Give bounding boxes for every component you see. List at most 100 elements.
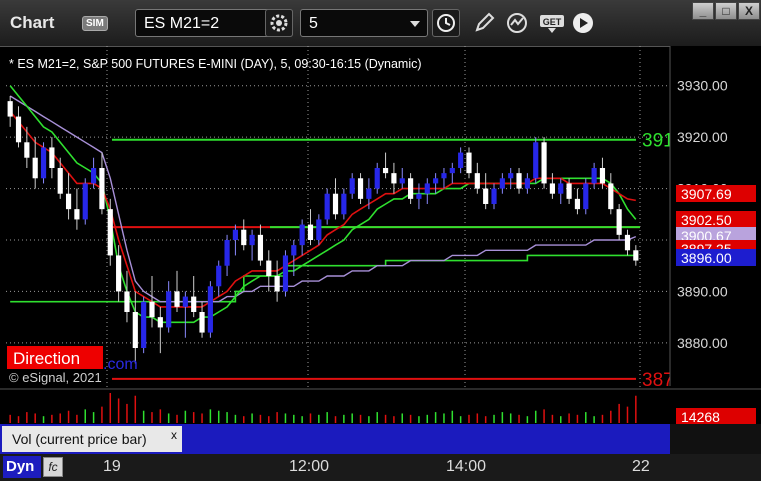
time-label-12-00: 12:00 — [289, 458, 330, 475]
interval-combo[interactable]: 5 — [300, 9, 428, 37]
candle-body — [24, 142, 30, 158]
time-label-22: 22 — [632, 458, 650, 475]
candle-body — [266, 260, 272, 276]
candle-body — [174, 291, 180, 307]
level-label: 391 — [642, 131, 674, 152]
candle-body — [299, 224, 305, 246]
candle-body — [282, 255, 289, 292]
candle-body — [332, 193, 339, 215]
candle-body — [199, 312, 205, 333]
candle-body — [191, 296, 197, 312]
candlesticks — [7, 96, 639, 364]
candle-body — [633, 250, 639, 261]
formula-icon[interactable]: fc — [43, 457, 63, 477]
candle-body — [541, 142, 547, 184]
time-label-19: 19 — [103, 458, 121, 475]
clock-icon — [437, 14, 455, 32]
candle-body — [324, 193, 330, 220]
price-badges: 3907.693902.503900.673897.253896.00 — [676, 185, 756, 266]
svg-text:GET: GET — [543, 17, 562, 27]
candle-body — [382, 168, 389, 174]
price-tick-label: 3890.00 — [677, 283, 728, 299]
symbol-value: ES M21=2 — [144, 15, 220, 32]
candle-body — [74, 209, 80, 220]
candle-body — [207, 286, 213, 333]
candle-body — [399, 178, 405, 184]
candle-body — [357, 178, 364, 199]
candle-body — [32, 157, 38, 179]
time-template-button[interactable] — [432, 9, 460, 37]
direction-suffix: .com — [103, 356, 138, 373]
window-title: Chart — [10, 13, 55, 32]
candle-body — [508, 173, 514, 179]
candle-body — [157, 317, 163, 328]
get-icon: GET — [540, 15, 564, 33]
candle-body — [366, 188, 372, 199]
candle-body — [216, 265, 222, 287]
candle-body — [433, 178, 439, 184]
candle-body — [374, 168, 380, 189]
level-label: 387 — [642, 370, 674, 391]
candle-body — [549, 183, 555, 194]
candle-body — [149, 301, 155, 318]
price-badge-text: 3902.50 — [681, 212, 732, 228]
candle-body — [624, 234, 631, 251]
candle-body — [424, 183, 430, 194]
candle-body — [408, 178, 414, 199]
volume-axis-bg — [670, 424, 761, 454]
candle-body — [591, 168, 597, 184]
volume-close-icon[interactable]: x — [171, 428, 177, 442]
play-icon — [573, 13, 593, 33]
candle-body — [65, 193, 72, 210]
draw-tool-button[interactable] — [470, 9, 498, 37]
close-button[interactable]: X — [738, 2, 760, 20]
red-average-line — [9, 110, 636, 308]
direction-label: Direction — [13, 349, 80, 368]
restore-button[interactable]: □ — [715, 2, 737, 20]
candle-body — [516, 173, 522, 189]
sim-badge: SIM — [82, 16, 108, 31]
candle-body — [57, 168, 63, 194]
price-chart[interactable]: 391387 3930.003920.003910.003900.003890.… — [0, 46, 761, 454]
candle-body — [466, 152, 472, 174]
volume-label: Vol (current price bar) — [12, 431, 147, 447]
candle-body — [107, 209, 113, 256]
candle-body — [249, 234, 255, 246]
candle-body — [40, 147, 47, 179]
candle-body — [241, 229, 247, 246]
candle-body — [257, 234, 264, 261]
candle-body — [132, 312, 138, 348]
candle-body — [49, 147, 55, 168]
candle-body — [141, 301, 147, 348]
candle-body — [449, 168, 455, 174]
dyn-button[interactable]: Dyn — [3, 456, 41, 478]
candle-body — [583, 183, 589, 210]
candle-body — [483, 188, 489, 204]
candle-body — [558, 183, 564, 194]
interval-value: 5 — [309, 15, 318, 32]
candle-body — [458, 152, 464, 168]
candle-body — [316, 219, 322, 240]
price-tick-label: 3880.00 — [677, 335, 728, 351]
candle-body — [99, 168, 105, 210]
chevron-down-icon[interactable] — [410, 21, 420, 27]
candle-body — [599, 168, 606, 184]
candle-body — [182, 296, 188, 307]
candle-body — [616, 209, 622, 235]
candle-body — [291, 245, 297, 256]
study-wave-icon — [507, 13, 527, 33]
candle-body — [341, 193, 347, 215]
candle-body — [441, 173, 447, 179]
candle-body — [524, 178, 530, 189]
studies-button[interactable] — [503, 9, 531, 37]
symbol-settings-button[interactable] — [265, 9, 293, 37]
gear-icon — [270, 14, 288, 32]
minimize-button[interactable]: _ — [692, 2, 714, 20]
candle-body — [82, 183, 88, 220]
price-badge-text: 3896.00 — [681, 250, 732, 266]
chart-header: * ES M21=2, S&P 500 FUTURES E-MINI (DAY)… — [9, 57, 422, 71]
candle-body — [499, 178, 505, 189]
get-data-button[interactable]: GET — [536, 9, 566, 37]
play-button[interactable] — [569, 9, 597, 37]
esignal-watermark: © eSignal, 2021 — [9, 370, 102, 385]
